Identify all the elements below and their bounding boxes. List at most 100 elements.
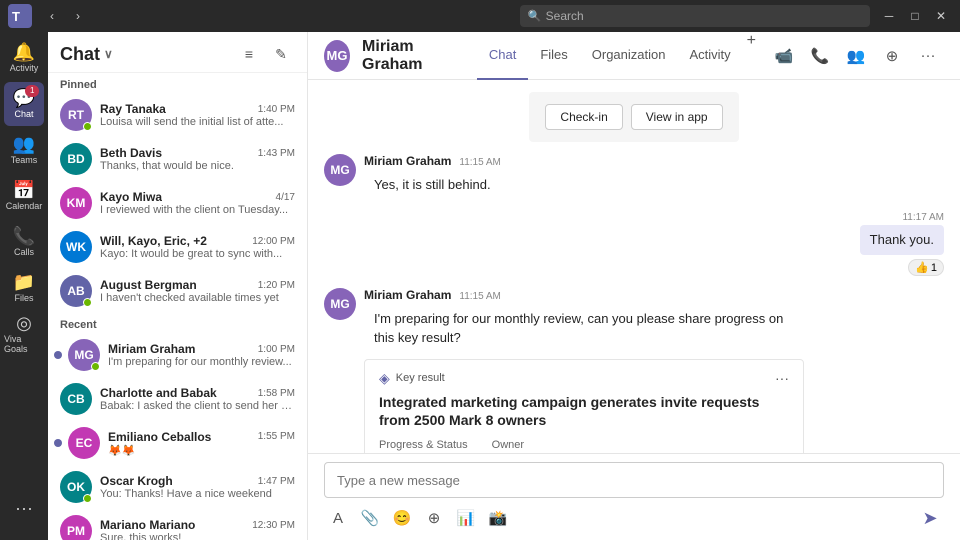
- list-item[interactable]: WK Will, Kayo, Eric, +2 12:00 PM Kayo: I…: [48, 225, 307, 269]
- list-item[interactable]: AB August Bergman 1:20 PM I haven't chec…: [48, 269, 307, 313]
- sidebar-item-activity[interactable]: 🔔 Activity: [4, 36, 44, 80]
- key-result-more-button[interactable]: ···: [775, 370, 789, 386]
- chat-item-info: Emiliano Ceballos 1:55 PM 🦊🦊: [108, 430, 295, 457]
- minimize-button[interactable]: ─: [878, 5, 900, 27]
- sidebar: 🔔 Activity 💬 1 Chat 👥 Teams 📅 Calendar 📞…: [0, 32, 48, 540]
- key-result-label: ◈ Key result: [379, 370, 445, 387]
- search-input[interactable]: [520, 5, 870, 27]
- contact-avatar: MG: [324, 40, 350, 72]
- filter-button[interactable]: ≡: [235, 40, 263, 68]
- chat-badge: 1: [25, 85, 39, 97]
- key-result-title: Integrated marketing campaign generates …: [379, 393, 789, 429]
- sidebar-item-goals[interactable]: ◎ Viva Goals: [4, 312, 44, 356]
- apps-button[interactable]: ⊕: [876, 40, 908, 72]
- emoji-button[interactable]: 😊: [388, 504, 416, 532]
- close-button[interactable]: ✕: [930, 5, 952, 27]
- message-input-area: A 📎 😊 ⊕ 📊 📸 ➤: [308, 453, 960, 540]
- chat-tabs: Chat Files Organization Activity +: [477, 32, 756, 80]
- tab-chat[interactable]: Chat: [477, 32, 528, 80]
- key-result-card: ◈ Key result ··· Integrated marketing ca…: [364, 359, 804, 453]
- avatar: KM: [60, 187, 92, 219]
- avatar: RT: [60, 99, 92, 131]
- list-item[interactable]: OK Oscar Krogh 1:47 PM You: Thanks! Have…: [48, 465, 307, 509]
- sidebar-more-button[interactable]: ···: [4, 486, 44, 530]
- chat-icon: 💬 1: [13, 89, 35, 107]
- list-item[interactable]: CB Charlotte and Babak 1:58 PM Babak: I …: [48, 377, 307, 421]
- compose-button[interactable]: ✎: [267, 40, 295, 68]
- sidebar-item-chat[interactable]: 💬 1 Chat: [4, 82, 44, 126]
- message-content: Miriam Graham 11:15 AM I'm preparing for…: [364, 288, 804, 453]
- meet-button[interactable]: 📸: [484, 504, 512, 532]
- more-options-button[interactable]: ···: [912, 40, 944, 72]
- avatar: BD: [60, 143, 92, 175]
- message-avatar: MG: [324, 154, 356, 186]
- avatar: WK: [60, 231, 92, 263]
- chat-item-info: August Bergman 1:20 PM I haven't checked…: [100, 278, 295, 304]
- tab-organization[interactable]: Organization: [580, 32, 678, 80]
- chat-item-info: Beth Davis 1:43 PM Thanks, that would be…: [100, 146, 295, 172]
- chat-list-header: Chat ∨ ≡ ✎: [48, 32, 307, 73]
- goals-icon: ◎: [16, 314, 32, 332]
- tab-activity[interactable]: Activity: [677, 32, 742, 80]
- message-bubble: I'm preparing for our monthly review, ca…: [364, 304, 804, 352]
- back-button[interactable]: ‹: [40, 4, 64, 28]
- online-indicator: [91, 362, 100, 371]
- online-indicator: [83, 494, 92, 503]
- sidebar-item-calendar[interactable]: 📅 Calendar: [4, 174, 44, 218]
- sticker-button[interactable]: 📊: [452, 504, 480, 532]
- sidebar-item-calls[interactable]: 📞 Calls: [4, 220, 44, 264]
- forward-button[interactable]: ›: [66, 4, 90, 28]
- video-call-button[interactable]: 📹: [768, 40, 800, 72]
- chat-list-actions: ≡ ✎: [235, 40, 295, 68]
- top-view-in-app-button[interactable]: View in app: [631, 104, 723, 130]
- list-item[interactable]: RT Ray Tanaka 1:40 PM Louisa will send t…: [48, 93, 307, 137]
- message-row: MG Miriam Graham 11:15 AM Yes, it is sti…: [324, 154, 944, 200]
- key-result-meta: Progress & Status 987 (Behind) Owner: [379, 439, 789, 453]
- list-item[interactable]: BD Beth Davis 1:43 PM Thanks, that would…: [48, 137, 307, 181]
- gif-button[interactable]: ⊕: [420, 504, 448, 532]
- avatar: OK: [60, 471, 92, 503]
- format-button[interactable]: A: [324, 504, 352, 532]
- contact-name: Miriam Graham: [362, 38, 457, 74]
- send-button[interactable]: ➤: [916, 504, 944, 532]
- top-card-container: Check-in View in app: [324, 92, 944, 142]
- top-check-in-button[interactable]: Check-in: [545, 104, 622, 130]
- list-item[interactable]: MG Miriam Graham 1:00 PM I'm preparing f…: [48, 333, 307, 377]
- chat-item-info: Charlotte and Babak 1:58 PM Babak: I ask…: [100, 386, 295, 412]
- avatar: EC: [68, 427, 100, 459]
- calls-icon: 📞: [13, 227, 35, 245]
- reaction-badge: 👍 1: [908, 259, 944, 276]
- unread-indicator: [54, 439, 62, 447]
- tab-files[interactable]: Files: [528, 32, 579, 80]
- audio-call-button[interactable]: 📞: [804, 40, 836, 72]
- list-item[interactable]: EC Emiliano Ceballos 1:55 PM 🦊🦊: [48, 421, 307, 465]
- search-icon: 🔍: [528, 10, 542, 23]
- files-icon: 📁: [13, 273, 35, 291]
- maximize-button[interactable]: □: [904, 5, 926, 27]
- chat-area: MG Miriam Graham Chat Files Organization…: [308, 32, 960, 540]
- message-row-outgoing: 11:17 AM Thank you. 👍 1: [324, 212, 944, 276]
- unread-indicator: [54, 351, 62, 359]
- progress-meta: Progress & Status 987 (Behind): [379, 439, 468, 453]
- message-bubble: Thank you.: [860, 225, 944, 255]
- message-input[interactable]: [337, 473, 907, 488]
- add-people-button[interactable]: 👥: [840, 40, 872, 72]
- online-indicator: [83, 122, 92, 131]
- message-content: Miriam Graham 11:15 AM Yes, it is still …: [364, 154, 501, 200]
- list-item[interactable]: PM Mariano Mariano 12:30 PM Sure, this w…: [48, 509, 307, 540]
- input-toolbar: A 📎 😊 ⊕ 📊 📸 ➤: [324, 504, 944, 532]
- chat-item-info: Ray Tanaka 1:40 PM Louisa will send the …: [100, 102, 295, 128]
- owner-meta: Owner MB Megan Bowen: [492, 439, 595, 453]
- online-indicator: [83, 298, 92, 307]
- sidebar-item-teams[interactable]: 👥 Teams: [4, 128, 44, 172]
- attach-button[interactable]: 📎: [356, 504, 384, 532]
- sidebar-item-files[interactable]: 📁 Files: [4, 266, 44, 310]
- list-item[interactable]: KM Kayo Miwa 4/17 I reviewed with the cl…: [48, 181, 307, 225]
- avatar: MG: [68, 339, 100, 371]
- recent-section-label: Recent: [48, 313, 307, 333]
- more-icon: ···: [15, 498, 33, 519]
- chat-list-title[interactable]: Chat ∨: [60, 44, 113, 65]
- messages-area: Check-in View in app MG Miriam Graham 11…: [308, 80, 960, 453]
- avatar: PM: [60, 515, 92, 540]
- add-tab-button[interactable]: +: [747, 32, 756, 80]
